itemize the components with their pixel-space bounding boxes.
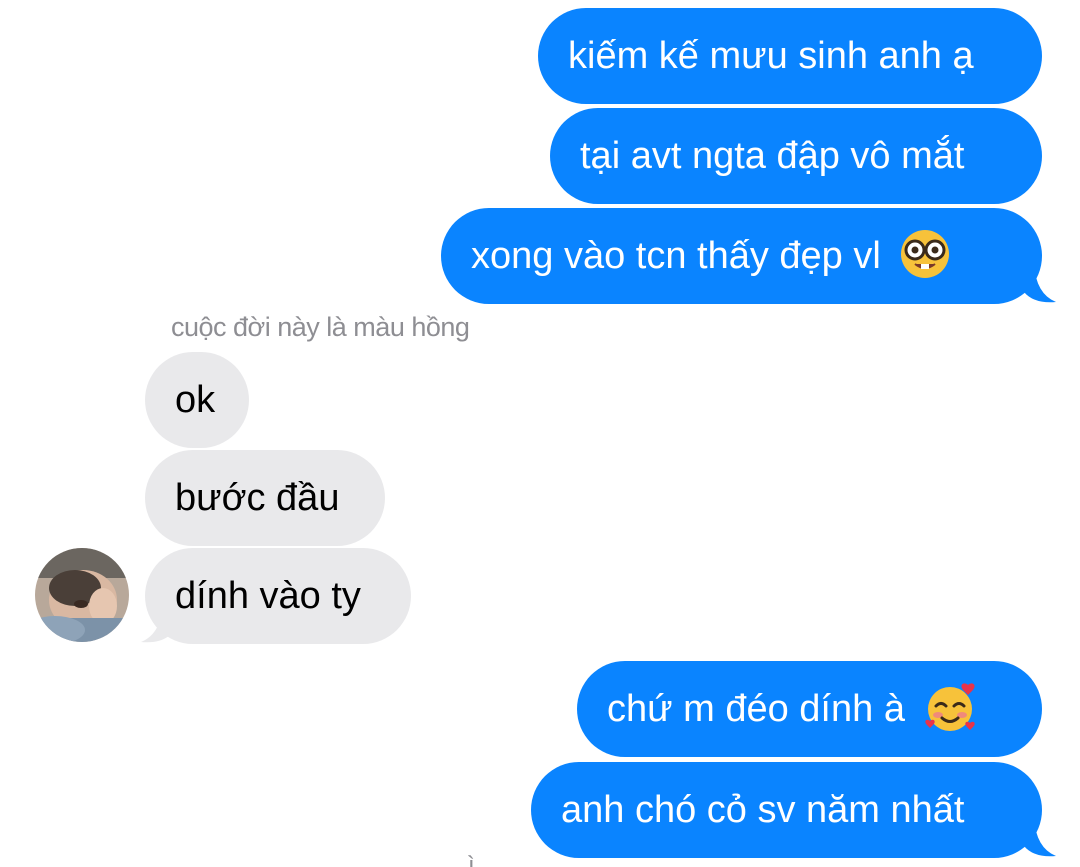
- cutoff-text: ì: [468, 852, 475, 867]
- message-text: anh chó cỏ sv năm nhất: [561, 789, 965, 831]
- nerd-face-icon: [901, 229, 950, 278]
- avatar-image: [35, 548, 129, 642]
- message-text: xong vào tcn thấy đẹp vl: [471, 235, 881, 277]
- bubble-tail: [1024, 264, 1056, 303]
- outgoing-message-bubble[interactable]: kiếm kế mưu sinh anh ạ: [538, 8, 1042, 104]
- incoming-message-bubble[interactable]: dính vào ty: [145, 548, 411, 644]
- message-text: ok: [175, 379, 216, 421]
- incoming-message-bubble[interactable]: bước đầu: [145, 450, 385, 546]
- message-thread: kiếm kế mưu sinh anh ạ tại avt ngta đập …: [0, 0, 1080, 867]
- outgoing-message-bubble[interactable]: anh chó cỏ sv năm nhất: [531, 762, 1042, 858]
- sender-name-label: cuộc đời này là màu hồng: [171, 312, 470, 342]
- message-text: bước đầu: [175, 477, 340, 519]
- message-text: kiếm kế mưu sinh anh ạ: [568, 35, 974, 77]
- message-text: chứ m đéo dính à: [607, 688, 905, 730]
- message-text: tại avt ngta đập vô mắt: [580, 135, 965, 177]
- message-text: dính vào ty: [175, 575, 361, 617]
- avatar[interactable]: [35, 548, 129, 642]
- outgoing-message-bubble[interactable]: tại avt ngta đập vô mắt: [550, 108, 1042, 204]
- smiling-face-with-hearts-icon: [924, 683, 975, 731]
- outgoing-message-bubble[interactable]: xong vào tcn thấy đẹp vl: [441, 208, 1042, 304]
- bubble-tail: [1024, 818, 1056, 857]
- outgoing-message-bubble[interactable]: chứ m đéo dính à: [577, 661, 1042, 757]
- bubble-tail: [141, 604, 173, 643]
- incoming-message-bubble[interactable]: ok: [145, 352, 249, 448]
